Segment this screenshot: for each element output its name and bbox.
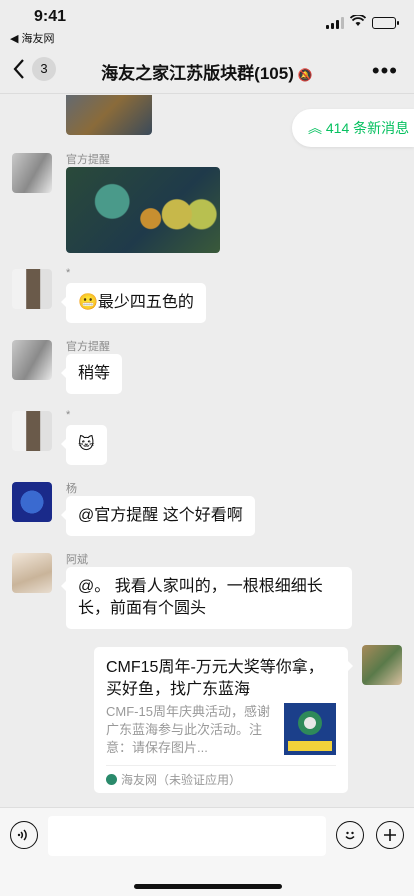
text-message[interactable]: @官方提醒 这个好看啊	[61, 496, 255, 536]
avatar[interactable]	[12, 553, 52, 593]
my-avatar[interactable]	[362, 645, 402, 685]
app-logo-icon	[106, 774, 117, 785]
text-message[interactable]: 稍等	[60, 354, 123, 394]
status-time: 9:41	[34, 8, 67, 25]
link-card[interactable]: CMF15周年-万元大奖等你拿，买好鱼，找广东蓝海 CMF-15周年庆典活动，感…	[94, 647, 353, 793]
sender-name: 官方提醒	[66, 341, 110, 353]
more-button[interactable]: •••	[372, 58, 398, 84]
link-card-description: CMF-15周年庆典活动，感谢广东蓝海参与此次活动。注意：请保存图片...	[106, 704, 270, 755]
input-bar	[0, 807, 414, 896]
status-bar: 9:41 ◀ 海友网	[0, 0, 414, 46]
home-indicator	[134, 884, 282, 889]
emoji-message[interactable]: 🐱	[61, 425, 107, 465]
plus-icon	[382, 829, 398, 847]
voice-button[interactable]	[10, 821, 38, 849]
sender-name: 官方提醒	[66, 154, 110, 166]
chat-header: 3 海友之家江苏版块群(105) 🔕 •••	[0, 46, 414, 94]
sender-name: *	[66, 267, 71, 279]
sender-name: 阿斌	[66, 554, 88, 566]
battery-icon	[372, 17, 399, 29]
message-input[interactable]	[48, 816, 326, 856]
image-message[interactable]	[66, 167, 220, 253]
new-messages-button[interactable]: ︽ 414 条新消息	[292, 109, 414, 147]
chat-title: 海友之家江苏版块群(105) 🔕	[0, 59, 414, 84]
chat-area[interactable]: ︽ 414 条新消息 官方提醒 * 😬最少四五色的 官方提醒 稍等 * 🐱 杨 …	[0, 95, 414, 807]
avatar[interactable]	[12, 482, 52, 522]
new-messages-label: 414 条新消息	[325, 120, 410, 136]
plus-button[interactable]	[376, 821, 404, 849]
voice-icon	[16, 829, 32, 847]
link-card-title: CMF15周年-万元大奖等你拿，买好鱼，找广东蓝海	[106, 659, 324, 698]
mute-icon: 🔕	[297, 68, 313, 82]
sender-name: 杨	[66, 483, 77, 495]
sender-name: *	[66, 409, 71, 421]
status-icons	[326, 14, 399, 32]
link-card-source: 海友网（未验证应用）	[106, 771, 241, 788]
avatar[interactable]	[12, 340, 52, 380]
link-card-thumbnail	[284, 703, 336, 755]
avatar[interactable]	[12, 411, 52, 451]
signal-icon	[326, 17, 344, 29]
text-message[interactable]: @。 我看人家叫的，一根根细细长长，前面有个圆头	[61, 567, 352, 629]
chat-title-text: 海友之家江苏版块群(105)	[101, 64, 294, 83]
text-message[interactable]: 😬最少四五色的	[61, 283, 206, 323]
avatar[interactable]	[12, 269, 52, 309]
double-chevron-up-icon: ︽	[308, 120, 322, 136]
image-message-top[interactable]	[66, 95, 152, 135]
link-card-source-label: 海友网（未验证应用）	[121, 773, 242, 787]
back-to-app-link[interactable]: ◀ 海友网	[10, 30, 55, 46]
avatar[interactable]	[12, 153, 52, 193]
emoji-button[interactable]	[336, 821, 364, 849]
divider	[106, 765, 336, 766]
wifi-icon	[349, 14, 367, 32]
emoji-icon	[342, 830, 358, 847]
